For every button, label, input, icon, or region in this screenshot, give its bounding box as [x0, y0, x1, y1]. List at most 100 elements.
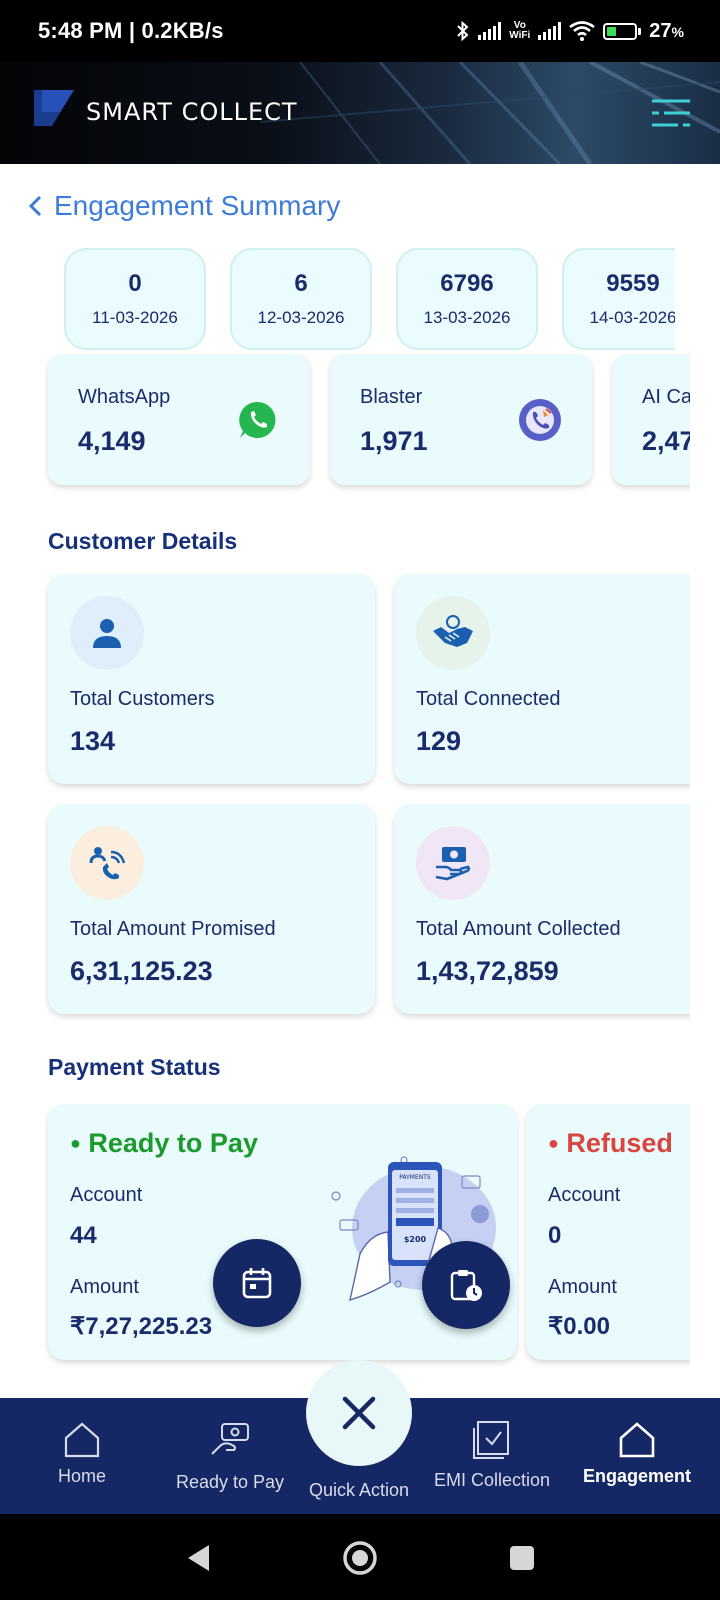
nav-engagement[interactable]: Engagement	[574, 1398, 700, 1514]
close-icon	[342, 1396, 376, 1430]
triangle-back-icon	[188, 1545, 209, 1571]
customer-details-title: Customer Details	[48, 528, 238, 554]
stat-value: 1,43,72,859	[416, 956, 559, 986]
status-dot: ●	[70, 1133, 81, 1153]
handshake-icon	[433, 615, 473, 647]
system-nav-bar	[0, 1514, 720, 1600]
checkbox-icon	[473, 1421, 509, 1459]
total-amount-collected-card[interactable]: Total Amount Collected 1,43,72,859	[394, 804, 690, 1014]
stat-label: Total Amount Promised	[70, 918, 276, 940]
date-chip[interactable]: 0 11-03-2026	[64, 248, 206, 350]
whatsapp-icon	[239, 401, 276, 438]
account-value: 0	[548, 1222, 562, 1249]
menu-icon[interactable]	[650, 98, 692, 128]
amount-value: ₹0.00	[548, 1313, 610, 1340]
stat-label: Total Amount Collected	[416, 918, 621, 940]
date-chip-row[interactable]: 0 11-03-2026 6 12-03-2026 6796 13-03-202…	[0, 248, 675, 352]
signal-2-icon	[538, 22, 562, 40]
account-label: Account	[548, 1184, 621, 1206]
signal-1-icon	[478, 22, 502, 40]
account-label: Account	[70, 1184, 143, 1206]
channel-card-blaster[interactable]: Blaster 1,971	[330, 354, 592, 485]
channel-value: 1,971	[360, 426, 428, 456]
amount-label: Amount	[548, 1276, 617, 1298]
system-home-button[interactable]	[340, 1538, 380, 1578]
nav-home[interactable]: Home	[40, 1398, 124, 1514]
user-icon	[93, 619, 121, 648]
chevron-left-icon	[28, 195, 42, 217]
page-title: Engagement Summary	[54, 190, 341, 221]
back-button[interactable]: Engagement Summary	[28, 190, 340, 222]
clipboard-clock-icon	[450, 1270, 482, 1301]
total-customers-card[interactable]: Total Customers 134	[48, 574, 375, 784]
channel-label: Blaster	[360, 386, 423, 408]
stat-label: Total Connected	[416, 688, 561, 710]
date-chip[interactable]: 6796 13-03-2026	[396, 248, 538, 350]
smart-collect-logo-icon	[34, 90, 74, 126]
nav-label: EMI Collection	[433, 1470, 551, 1490]
payment-status-row: ● Ready to Pay Account 44 Amount ₹7,27,2…	[0, 1104, 690, 1374]
total-amount-promised-card[interactable]: Total Amount Promised 6,31,125.23	[48, 804, 375, 1014]
status-label: Ready to Pay	[88, 1128, 258, 1158]
bluetooth-icon	[457, 20, 469, 42]
system-recents-button[interactable]	[502, 1538, 542, 1578]
date-chip[interactable]: 9559 14-03-2026	[562, 248, 675, 350]
calendar-icon	[242, 1268, 272, 1299]
date-chip[interactable]: 6 12-03-2026	[230, 248, 372, 350]
stat-value: 6,31,125.23	[70, 956, 213, 986]
channel-label: WhatsApp	[78, 386, 171, 408]
stat-value: 134	[70, 726, 116, 756]
channel-card-ai-call[interactable]: AI Ca 2,47	[612, 354, 690, 485]
account-value: 44	[70, 1222, 97, 1249]
date-chip-date: 13-03-2026	[423, 308, 511, 327]
nav-ready-to-pay[interactable]: Ready to Pay	[168, 1398, 292, 1514]
cash-hand-icon	[435, 847, 471, 881]
date-chip-value: 6796	[440, 270, 494, 297]
channel-value: 2,47	[642, 426, 690, 456]
circle-home-icon	[343, 1541, 377, 1575]
nav-label: Home	[57, 1466, 106, 1486]
wifi-icon	[569, 21, 596, 41]
payment-status-title: Payment Status	[48, 1054, 221, 1080]
user-icon-badge	[70, 596, 144, 670]
total-connected-card[interactable]: Total Connected 129	[394, 574, 690, 784]
refused-card[interactable]: ● Refused Account 0 Amount ₹0.00	[526, 1104, 690, 1360]
quick-action-button[interactable]	[306, 1360, 412, 1466]
customer-row-1: Total Customers 134 Total Connected 129	[0, 572, 690, 794]
channel-card-row[interactable]: WhatsApp 4,149 Blaster 1,971 AI Ca 2,47	[0, 354, 690, 494]
promise-call-icon-badge	[70, 826, 144, 900]
status-bar: 5:48 PM | 0.2KB/s Vo WiFi 27%	[0, 0, 720, 62]
nav-emi-collection[interactable]: EMI Collection	[424, 1398, 560, 1514]
calendar-fab-button[interactable]	[213, 1239, 301, 1327]
home-icon	[64, 1422, 100, 1458]
engagement-home-icon	[619, 1422, 655, 1458]
status-label: Refused	[566, 1128, 673, 1158]
status-time: 5:48 PM | 0.2KB/s	[38, 18, 224, 43]
channel-card-whatsapp[interactable]: WhatsApp 4,149	[48, 354, 310, 485]
status-icons: Vo WiFi 27%	[456, 20, 684, 43]
nav-label: Ready to Pay	[175, 1472, 285, 1492]
date-chip-value: 6	[294, 270, 308, 297]
status-dot: ●	[548, 1133, 559, 1153]
square-recents-icon	[510, 1546, 534, 1570]
stat-value: 129	[416, 726, 462, 756]
channel-label: AI Ca	[642, 386, 690, 408]
refused-heading: ● Refused	[548, 1128, 673, 1159]
promise-call-icon	[89, 847, 126, 880]
date-chip-value: 0	[128, 270, 142, 297]
date-chip-value: 9559	[606, 270, 660, 297]
amount-label: Amount	[70, 1276, 139, 1298]
date-chip-date: 14-03-2026	[589, 308, 675, 327]
ready-to-pay-heading: ● Ready to Pay	[70, 1128, 258, 1159]
illustration-title: PAYMENTS	[399, 1174, 431, 1181]
system-back-button[interactable]	[178, 1538, 218, 1578]
app-header: SMART COLLECT	[0, 62, 720, 164]
schedule-fab-button[interactable]	[422, 1241, 510, 1329]
vowifi-icon: Vo WiFi	[509, 20, 531, 41]
cash-hand-icon-badge	[416, 826, 490, 900]
illustration-amount: $200	[404, 1235, 427, 1244]
customer-row-2: Total Amount Promised 6,31,125.23 Total …	[0, 802, 690, 1024]
channel-value: 4,149	[78, 426, 146, 456]
stat-label: Total Customers	[70, 688, 215, 710]
battery-percent: 27%	[649, 19, 684, 42]
